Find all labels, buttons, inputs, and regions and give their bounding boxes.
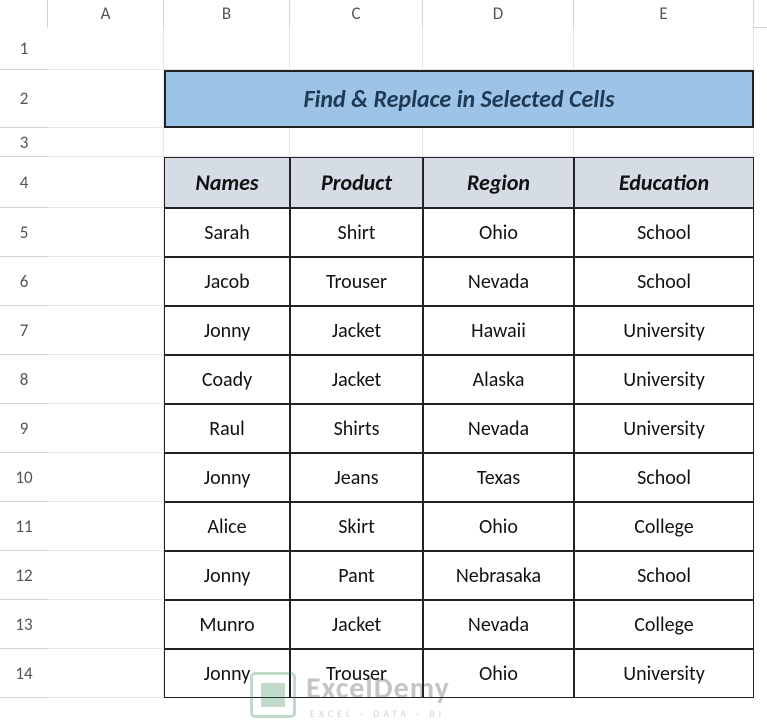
column-headers: ABCDE xyxy=(0,0,767,28)
cell-E1[interactable] xyxy=(574,28,754,70)
cell-A8[interactable] xyxy=(48,355,164,404)
cell-B1[interactable] xyxy=(164,28,290,70)
table-cell[interactable]: Shirt xyxy=(290,208,423,257)
cell-A9[interactable] xyxy=(48,404,164,453)
column-header-B[interactable]: B xyxy=(164,0,290,28)
row-header-3[interactable]: 3 xyxy=(0,128,48,157)
cell-B3[interactable] xyxy=(164,128,290,157)
table-cell[interactable]: Hawaii xyxy=(423,306,574,355)
table-cell[interactable]: Nebrasaka xyxy=(423,551,574,600)
table-cell[interactable]: Alice xyxy=(164,502,290,551)
cell-D3[interactable] xyxy=(423,128,574,157)
cell-A10[interactable] xyxy=(48,453,164,502)
row-header-12[interactable]: 12 xyxy=(0,551,48,600)
table-cell[interactable]: School xyxy=(574,208,754,257)
table-header-names[interactable]: Names xyxy=(164,157,290,208)
row-header-2[interactable]: 2 xyxy=(0,70,48,128)
table-header-education[interactable]: Education xyxy=(574,157,754,208)
column-header-A[interactable]: A xyxy=(48,0,164,28)
table-cell[interactable]: School xyxy=(574,551,754,600)
table-cell[interactable]: Shirts xyxy=(290,404,423,453)
table-cell[interactable]: Trouser xyxy=(290,257,423,306)
table-cell[interactable]: Sarah xyxy=(164,208,290,257)
cell-A5[interactable] xyxy=(48,208,164,257)
cell-A2[interactable] xyxy=(48,70,164,128)
row-header-4[interactable]: 4 xyxy=(0,157,48,208)
title-cell[interactable]: Find & Replace in Selected Cells xyxy=(164,70,754,128)
table-header-region[interactable]: Region xyxy=(423,157,574,208)
table-cell[interactable]: College xyxy=(574,600,754,649)
cell-A11[interactable] xyxy=(48,502,164,551)
table-cell[interactable]: Trouser xyxy=(290,649,423,698)
table-cell[interactable]: University xyxy=(574,306,754,355)
cell-E3[interactable] xyxy=(574,128,754,157)
cell-A14[interactable] xyxy=(48,649,164,698)
table-cell[interactable]: Texas xyxy=(423,453,574,502)
cell-D1[interactable] xyxy=(423,28,574,70)
table-cell[interactable]: Nevada xyxy=(423,600,574,649)
table-cell[interactable]: College xyxy=(574,502,754,551)
table-cell[interactable]: Nevada xyxy=(423,404,574,453)
cell-A7[interactable] xyxy=(48,306,164,355)
table-cell[interactable]: Jonny xyxy=(164,453,290,502)
table-cell[interactable]: University xyxy=(574,404,754,453)
table-cell[interactable]: Pant xyxy=(290,551,423,600)
row-header-5[interactable]: 5 xyxy=(0,208,48,257)
table-cell[interactable]: Jacket xyxy=(290,306,423,355)
row-header-10[interactable]: 10 xyxy=(0,453,48,502)
column-header-D[interactable]: D xyxy=(423,0,574,28)
table-cell[interactable]: Ohio xyxy=(423,208,574,257)
cell-A6[interactable] xyxy=(48,257,164,306)
cell-A4[interactable] xyxy=(48,157,164,208)
row-header-11[interactable]: 11 xyxy=(0,502,48,551)
table-cell[interactable]: Jeans xyxy=(290,453,423,502)
table-cell[interactable]: Jonny xyxy=(164,649,290,698)
cell-A3[interactable] xyxy=(48,128,164,157)
table-cell[interactable]: Alaska xyxy=(423,355,574,404)
column-header-C[interactable]: C xyxy=(290,0,423,28)
table-cell[interactable]: Nevada xyxy=(423,257,574,306)
row-headers: 1234567891011121314 xyxy=(0,28,48,698)
table-cell[interactable]: University xyxy=(574,355,754,404)
cell-A1[interactable] xyxy=(48,28,164,70)
table-cell[interactable]: School xyxy=(574,453,754,502)
cell-C3[interactable] xyxy=(290,128,423,157)
table-cell[interactable]: Raul xyxy=(164,404,290,453)
cell-A12[interactable] xyxy=(48,551,164,600)
row-header-9[interactable]: 9 xyxy=(0,404,48,453)
row-header-7[interactable]: 7 xyxy=(0,306,48,355)
table-cell[interactable]: Jacob xyxy=(164,257,290,306)
table-cell[interactable]: Skirt xyxy=(290,502,423,551)
table-cell[interactable]: Jacket xyxy=(290,600,423,649)
row-header-1[interactable]: 1 xyxy=(0,28,48,70)
table-header-product[interactable]: Product xyxy=(290,157,423,208)
table-cell[interactable]: Jacket xyxy=(290,355,423,404)
table-cell[interactable]: Jonny xyxy=(164,306,290,355)
table-cell[interactable]: Ohio xyxy=(423,649,574,698)
table-cell[interactable]: School xyxy=(574,257,754,306)
table-cell[interactable]: Munro xyxy=(164,600,290,649)
row-header-14[interactable]: 14 xyxy=(0,649,48,698)
table-cell[interactable]: Ohio xyxy=(423,502,574,551)
select-all-corner[interactable] xyxy=(0,0,48,28)
row-header-8[interactable]: 8 xyxy=(0,355,48,404)
row-header-6[interactable]: 6 xyxy=(0,257,48,306)
watermark-tagline: EXCEL · DATA · BI xyxy=(310,707,450,720)
spreadsheet: ABCDE 1234567891011121314 Find & Replace… xyxy=(0,0,767,728)
cell-C1[interactable] xyxy=(290,28,423,70)
table-cell[interactable]: Jonny xyxy=(164,551,290,600)
table-cell[interactable]: University xyxy=(574,649,754,698)
column-header-E[interactable]: E xyxy=(574,0,754,28)
row-header-13[interactable]: 13 xyxy=(0,600,48,649)
table-cell[interactable]: Coady xyxy=(164,355,290,404)
cell-A13[interactable] xyxy=(48,600,164,649)
